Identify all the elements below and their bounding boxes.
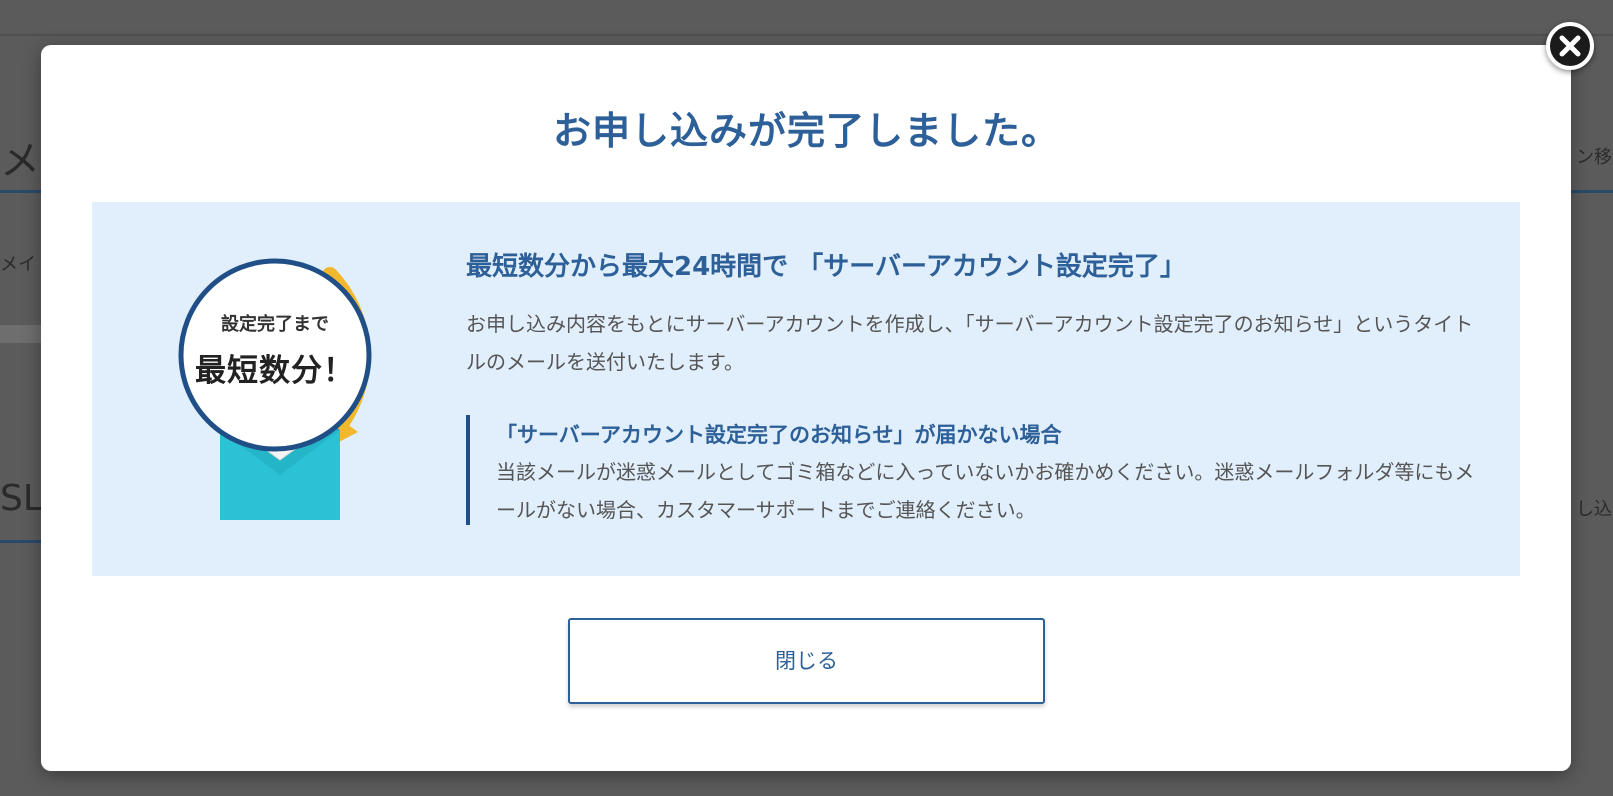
info-description: お申し込み内容をもとにサーバーアカウントを作成し、「サーバーアカウント設定完了の… bbox=[466, 312, 1474, 374]
bg-divider bbox=[1571, 190, 1613, 193]
server-setup-illustration bbox=[178, 258, 372, 520]
close-icon-button[interactable] bbox=[1546, 22, 1594, 70]
close-button[interactable]: 閉じる bbox=[568, 618, 1045, 704]
bg-fragment: SL bbox=[0, 478, 43, 519]
bg-divider bbox=[0, 190, 41, 193]
bg-bar bbox=[0, 325, 41, 343]
note-callout: 「サーバーアカウント設定完了のお知らせ」が届かない場合 当該メールが迷惑メールと… bbox=[466, 415, 1490, 525]
bg-divider bbox=[0, 540, 41, 543]
bg-divider bbox=[0, 34, 1613, 36]
note-title: 「サーバーアカウント設定完了のお知らせ」が届かない場合 bbox=[496, 423, 1062, 447]
badge-headline: 最短数分！ bbox=[195, 353, 355, 389]
note-body: 当該メールが迷惑メールとしてゴミ箱などに入っていないかお確かめください。迷惑メー… bbox=[496, 460, 1475, 522]
bg-fragment: し込 bbox=[1576, 499, 1612, 520]
dialog-title: お申し込みが完了しました。 bbox=[552, 109, 1060, 153]
close-icon bbox=[1559, 35, 1581, 57]
badge-caption: 設定完了まで bbox=[221, 314, 329, 335]
bg-fragment: メイ bbox=[0, 254, 36, 275]
page-overlay: メ メイ SL ン移 し込 お申し込みが完了しました。 設定完了まで 最短数分！… bbox=[0, 0, 1613, 796]
info-heading: 最短数分から最大24時間で 「サーバーアカウント設定完了」 bbox=[466, 252, 1186, 282]
